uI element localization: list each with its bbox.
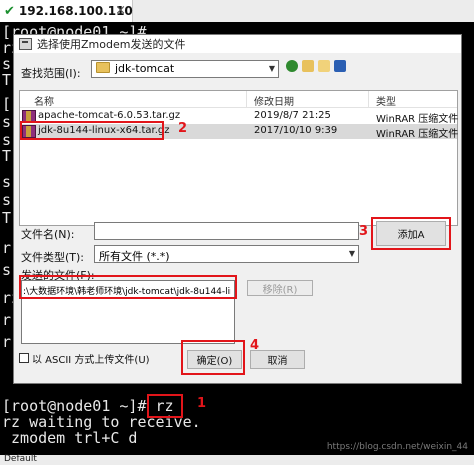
up-folder-icon[interactable] bbox=[302, 60, 314, 72]
connected-check-icon: ✔ bbox=[4, 3, 15, 19]
terminal-line: [ bbox=[2, 95, 12, 113]
ascii-checkbox[interactable] bbox=[19, 353, 29, 363]
chevron-down-icon: ▼ bbox=[268, 64, 275, 73]
dialog-title: 选择使用Zmodem发送的文件 bbox=[37, 38, 186, 51]
step-number-2: 2 bbox=[178, 121, 188, 136]
look-in-combobox[interactable]: jdk-tomcat ▼ bbox=[91, 60, 279, 78]
highlight-box-2 bbox=[20, 121, 164, 140]
watermark: https://blog.csdn.net/weixin_44 bbox=[326, 442, 468, 452]
session-tab[interactable]: ✔ 192.168.100.110 × bbox=[0, 0, 133, 22]
terminal-line: s bbox=[2, 261, 12, 279]
filetype-select[interactable]: 所有文件 (*.*) ▼ bbox=[94, 245, 359, 263]
step-number-3: 3 bbox=[359, 224, 369, 239]
terminal-line: T bbox=[2, 209, 12, 227]
view-menu-icon[interactable] bbox=[334, 60, 346, 72]
terminal-line: s bbox=[2, 131, 12, 149]
highlight-box-4 bbox=[181, 340, 245, 375]
column-modified[interactable]: 修改日期 bbox=[254, 93, 294, 108]
file-modified: 2019/8/7 21:25 bbox=[254, 110, 331, 121]
step-number-4: 4 bbox=[250, 338, 260, 353]
terminal-line: r bbox=[2, 333, 12, 351]
look-in-value: jdk-tomcat bbox=[115, 62, 175, 75]
back-icon[interactable] bbox=[286, 60, 298, 72]
column-name[interactable]: 名称 bbox=[34, 93, 54, 108]
column-type[interactable]: 类型 bbox=[376, 93, 396, 108]
file-modified: 2017/10/10 9:39 bbox=[254, 125, 338, 136]
file-list-header: 名称 修改日期 类型 bbox=[20, 91, 457, 108]
tab-bar: ✔ 192.168.100.110 × bbox=[0, 0, 474, 23]
filename-input[interactable] bbox=[94, 222, 359, 240]
file-list[interactable]: 名称 修改日期 类型 apache-tomcat-6.0.53.tar.gz 2… bbox=[19, 90, 458, 226]
file-type: WinRAR 压缩文件 bbox=[376, 114, 459, 125]
status-bar: Default bbox=[0, 454, 474, 465]
remove-button[interactable]: 移除(R) bbox=[247, 280, 313, 296]
highlight-box-send-files bbox=[19, 275, 237, 299]
terminal-line: T bbox=[2, 71, 12, 89]
file-type: WinRAR 压缩文件 bbox=[376, 129, 459, 140]
terminal-line: T bbox=[2, 147, 12, 165]
dialog-app-icon bbox=[19, 38, 32, 50]
close-tab-icon[interactable]: × bbox=[115, 3, 126, 18]
ascii-label: 以 ASCII 方式上传文件(U) bbox=[32, 355, 150, 366]
terminal-line: s bbox=[2, 191, 12, 209]
terminal-line: s bbox=[2, 55, 12, 73]
terminal-line: s bbox=[2, 113, 12, 131]
filename-label: 文件名(N): bbox=[21, 228, 75, 241]
filetype-label: 文件类型(T): bbox=[21, 251, 85, 264]
folder-icon bbox=[96, 62, 110, 73]
filetype-value: 所有文件 (*.*) bbox=[99, 250, 170, 263]
step-number-1: 1 bbox=[197, 396, 207, 411]
file-name: apache-tomcat-6.0.53.tar.gz bbox=[38, 110, 181, 121]
highlight-box-1 bbox=[147, 394, 183, 418]
terminal-line: r bbox=[2, 239, 12, 257]
highlight-box-3 bbox=[371, 217, 451, 250]
status-text: Default bbox=[4, 454, 37, 464]
navigation-toolbar bbox=[286, 60, 346, 72]
terminal-line: s bbox=[2, 173, 12, 191]
terminal-zmodem-line: zmodem trl+C d bbox=[2, 429, 138, 447]
zmodem-file-dialog: 选择使用Zmodem发送的文件 查找范围(I): jdk-tomcat ▼ 名称… bbox=[13, 34, 462, 384]
new-folder-icon[interactable] bbox=[318, 60, 330, 72]
terminal-line: r bbox=[2, 311, 12, 329]
look-in-label: 查找范围(I): bbox=[21, 67, 81, 80]
dialog-title-bar[interactable]: 选择使用Zmodem发送的文件 bbox=[14, 35, 461, 53]
chevron-down-icon: ▼ bbox=[348, 249, 355, 258]
